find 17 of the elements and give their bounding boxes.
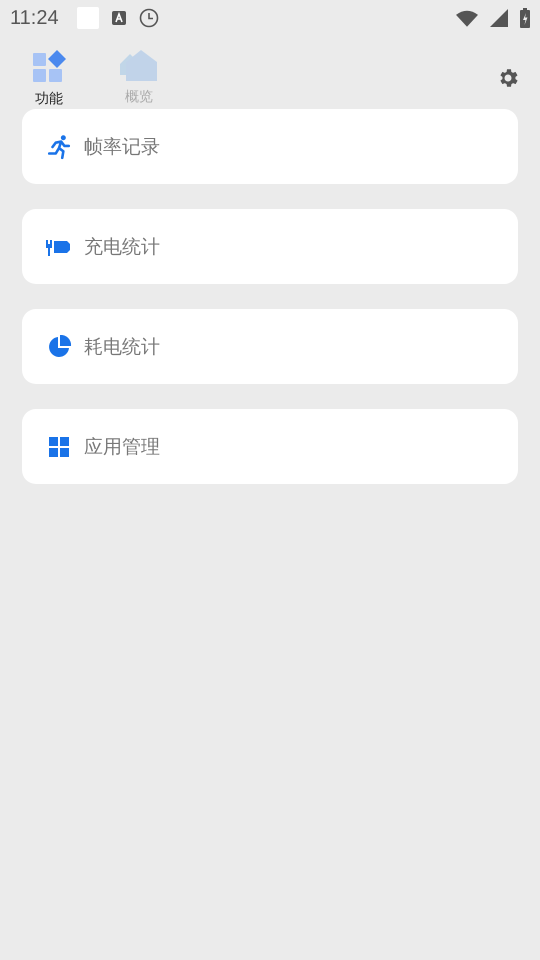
status-time: 11:24 [10, 6, 59, 30]
blocks-icon [32, 50, 66, 84]
feature-card[interactable]: 充电统计 [22, 209, 518, 284]
clock-icon [138, 8, 159, 28]
running-person-icon [46, 134, 72, 160]
feature-card[interactable]: 应用管理 [22, 409, 518, 484]
wifi-icon [456, 10, 478, 26]
signal-icon [490, 9, 508, 27]
feature-card[interactable]: 耗电统计 [22, 309, 518, 384]
plug-battery-icon [46, 238, 72, 256]
feature-card[interactable]: 帧率记录 [22, 109, 518, 184]
pie-chart-icon [46, 334, 72, 358]
grid-icon [46, 436, 72, 456]
nav-tab[interactable]: 功能 [24, 50, 74, 112]
house-icon [120, 50, 158, 82]
keyboard-icon [110, 10, 127, 26]
battery-icon [520, 8, 530, 28]
